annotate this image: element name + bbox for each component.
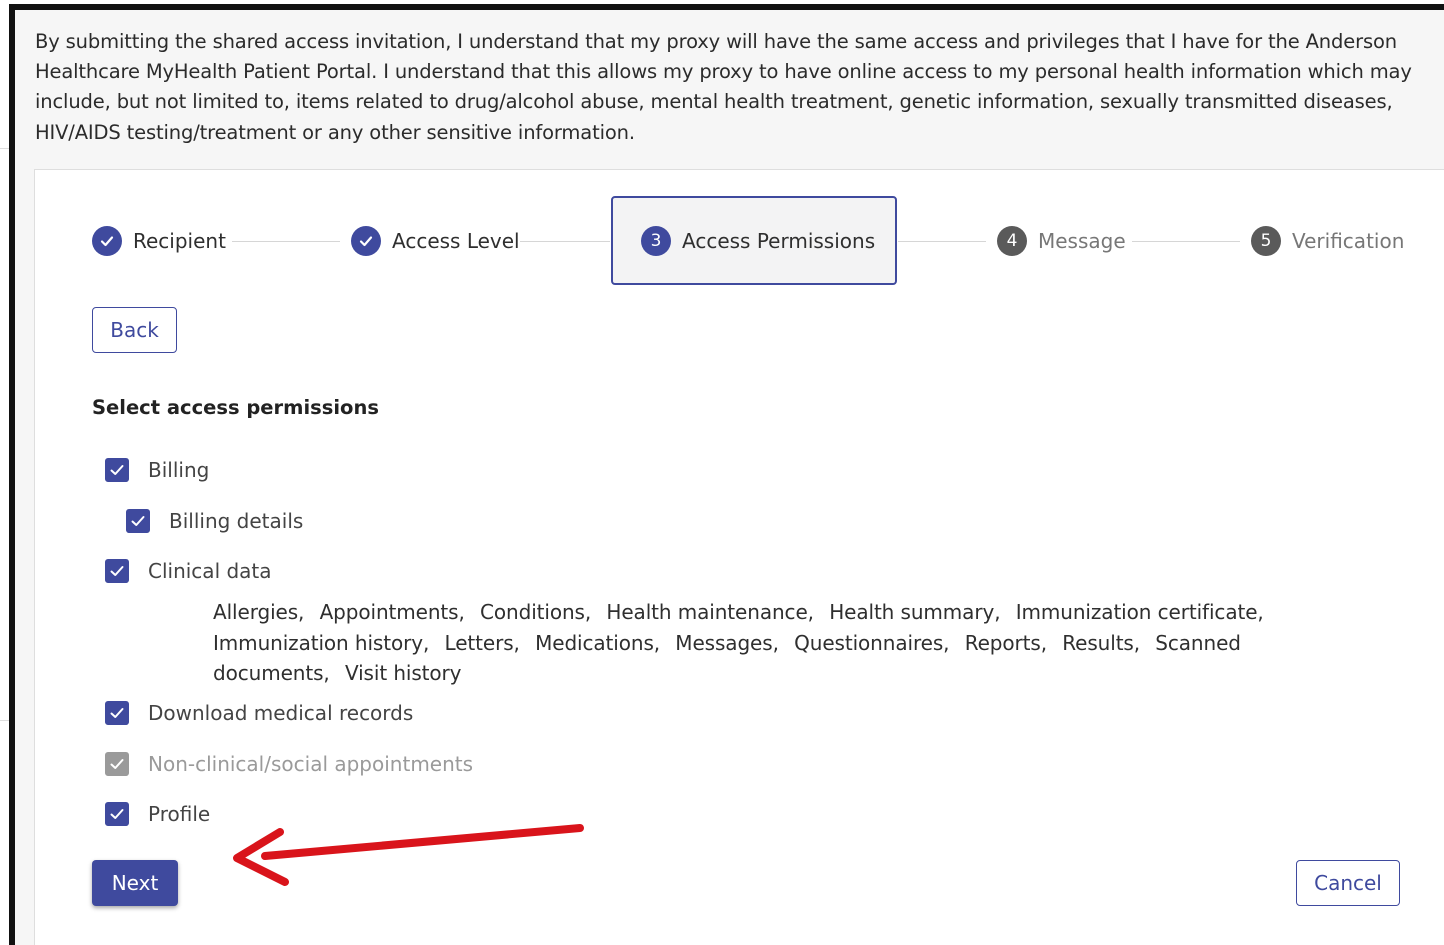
permission-clinical-data[interactable]: Clinical data [105, 559, 272, 583]
checkbox-checked-icon[interactable] [126, 509, 150, 533]
check-circle-icon [351, 226, 381, 256]
stepper-connector [1132, 241, 1240, 242]
step-number-badge: 3 [641, 226, 671, 256]
checkbox-label: Non-clinical/social appointments [148, 752, 474, 776]
window-border [9, 4, 15, 945]
section-title: Select access permissions [92, 396, 379, 419]
permission-billing[interactable]: Billing [105, 458, 209, 482]
cancel-button[interactable]: Cancel [1296, 860, 1400, 906]
background-divider [0, 720, 9, 721]
step-message[interactable]: 4 Message [997, 221, 1126, 261]
permission-profile[interactable]: Profile [105, 802, 210, 826]
step-label: Access Permissions [682, 229, 876, 253]
stepper-connector [232, 241, 340, 242]
clinical-data-item: Immunization certificate, [1015, 600, 1264, 624]
step-label: Verification [1292, 229, 1405, 253]
stepper-connector [520, 241, 610, 242]
background-divider [0, 148, 9, 149]
step-label: Recipient [133, 229, 226, 253]
step-access-permissions[interactable]: 3 Access Permissions [641, 221, 875, 261]
clinical-data-item: Questionnaires, [794, 630, 950, 655]
step-number-badge: 4 [997, 226, 1027, 256]
checkbox-checked-icon [105, 752, 129, 776]
stepper-connector [898, 241, 986, 242]
step-label: Access Level [392, 229, 520, 253]
permission-billing-details[interactable]: Billing details [126, 509, 303, 533]
back-button[interactable]: Back [92, 307, 177, 353]
red-arrow-annotation [233, 824, 584, 886]
clinical-data-item: Allergies, [213, 600, 305, 624]
clinical-data-item: Health maintenance, [606, 600, 814, 624]
disclaimer-text: By submitting the shared access invitati… [35, 30, 1412, 144]
clinical-data-item: Health summary, [829, 600, 1001, 624]
checkbox-label: Clinical data [148, 559, 272, 583]
clinical-data-item: Letters, [444, 630, 520, 655]
next-button[interactable]: Next [92, 860, 178, 906]
window-border [9, 4, 1444, 10]
checkbox-checked-icon[interactable] [105, 802, 129, 826]
step-number-badge: 5 [1251, 226, 1281, 256]
clinical-data-item: Conditions, [480, 600, 592, 624]
clinical-data-item: Messages, [675, 630, 779, 655]
checkbox-checked-icon[interactable] [105, 559, 129, 583]
step-recipient[interactable]: Recipient [92, 221, 226, 261]
checkbox-checked-icon[interactable] [105, 458, 129, 482]
clinical-data-item: Visit history [344, 661, 462, 685]
checkbox-label: Billing [148, 458, 210, 482]
permission-non-clinical-appointments: Non-clinical/social appointments [105, 752, 473, 776]
clinical-data-item: Results, [1062, 630, 1141, 655]
checkbox-checked-icon[interactable] [105, 701, 129, 725]
clinical-data-item: Reports, [964, 630, 1047, 655]
check-circle-icon [92, 226, 122, 256]
checkbox-label: Profile [148, 802, 211, 826]
clinical-data-items: Allergies, Appointments, Conditions, Hea… [213, 597, 1323, 689]
step-access-level[interactable]: Access Level [351, 221, 520, 261]
permission-download-medical-records[interactable]: Download medical records [105, 701, 413, 725]
clinical-data-item: Immunization history, [213, 630, 430, 655]
clinical-data-item: Medications, [535, 630, 661, 655]
step-verification[interactable]: 5 Verification [1251, 221, 1404, 261]
checkbox-label: Download medical records [148, 701, 414, 725]
clinical-data-item: Appointments, [319, 600, 465, 624]
screenshot-frame: By submitting the shared access invitati… [0, 0, 1444, 945]
checkbox-label: Billing details [169, 509, 304, 533]
step-label: Message [1038, 229, 1126, 253]
